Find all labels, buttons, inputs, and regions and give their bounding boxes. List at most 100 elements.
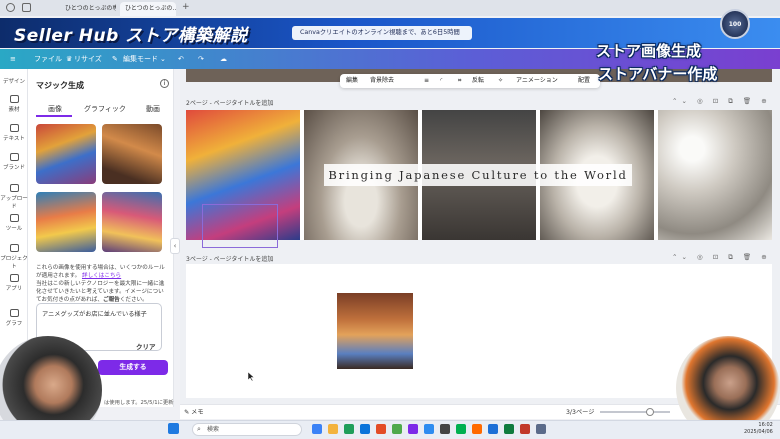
taskbar-app-icon[interactable]: [440, 424, 450, 434]
rail-item-apps[interactable]: アプリ: [0, 274, 28, 292]
browser-tab[interactable]: ひとつのとっぷの専用…: [60, 2, 116, 16]
taskbar-app-icon[interactable]: [536, 424, 546, 434]
animate-button[interactable]: アニメーション: [516, 76, 558, 86]
banner-headline[interactable]: Bringing Japanese Culture to the World: [324, 164, 632, 186]
upload-icon: [9, 184, 19, 192]
rail-item-design[interactable]: デザイン: [0, 77, 28, 85]
excel-app-icon[interactable]: [504, 424, 514, 434]
rail-label: アプリ: [5, 286, 23, 292]
page-counter[interactable]: 3/3ページ: [566, 407, 594, 416]
rail-item-text[interactable]: テキスト: [0, 124, 28, 142]
new-tab-icon[interactable]: +: [182, 2, 190, 12]
crop-icon[interactable]: ⌗: [458, 76, 461, 86]
page-3-actions[interactable]: ⌃⌄ ◎ ⊡ ⧉ 🗑 ⊕: [672, 253, 771, 262]
generated-image-thumb[interactable]: [36, 192, 96, 252]
memo-icon: ✎: [184, 409, 190, 416]
text-icon: [9, 124, 19, 132]
collapse-panel-button[interactable]: ‹: [170, 238, 180, 254]
generated-image-thumb[interactable]: [102, 124, 162, 184]
back-icon[interactable]: [6, 3, 15, 12]
memo-button[interactable]: ✎ メモ: [184, 407, 204, 416]
details-link[interactable]: 詳しくはこちら: [82, 273, 121, 279]
tab-video[interactable]: 動画: [146, 104, 160, 114]
page-2-actions[interactable]: ⌃⌄ ◎ ⊡ ⧉ 🗑 ⊕: [672, 97, 771, 106]
edge-browser-icon[interactable]: [360, 424, 370, 434]
search-icon: ⌕: [197, 425, 201, 433]
file-menu[interactable]: ファイル: [34, 53, 62, 65]
apps-icon: [9, 274, 19, 282]
panel-title: マジック生成: [36, 81, 84, 90]
canva-app-icon[interactable]: [408, 424, 418, 434]
rail-item-chart[interactable]: グラフ: [0, 309, 28, 327]
browser-tab-active[interactable]: ひとつのとっぷの…: [120, 2, 176, 16]
cloud-sync-icon[interactable]: ☁: [220, 53, 227, 65]
page-2-title[interactable]: 2ページ - ページタイトルを追加: [186, 98, 273, 107]
line-app-icon[interactable]: [456, 424, 466, 434]
info-icon[interactable]: i: [160, 79, 169, 88]
caption-line-2: ストアバナー作成: [598, 65, 718, 83]
rail-item-upload[interactable]: アップロード: [0, 184, 28, 210]
clear-button[interactable]: クリア: [136, 341, 156, 351]
rail-label: ブランド: [2, 165, 25, 171]
overlay-banner-title: Seller Hub ストア構築解説: [14, 26, 248, 46]
active-tab-indicator: [36, 115, 72, 117]
taskbar-app-icon[interactable]: [424, 424, 434, 434]
home-icon[interactable]: [22, 3, 31, 12]
taskbar-app-icon[interactable]: [376, 424, 386, 434]
rail-item-tools[interactable]: ツール: [0, 214, 28, 232]
line-weight-icon[interactable]: ≡: [424, 76, 429, 86]
rail-label: グラフ: [5, 321, 23, 327]
memo-label: メモ: [191, 409, 204, 416]
chevron-down-icon[interactable]: ⌄: [160, 53, 166, 65]
resize-menu[interactable]: リサイズ: [74, 53, 102, 65]
taskbar-search[interactable]: 検索: [192, 423, 302, 436]
generated-image-thumb[interactable]: [36, 124, 96, 184]
bg-remove-button[interactable]: 背景除去: [370, 76, 394, 86]
taskbar-app-icon[interactable]: [312, 424, 322, 434]
image-toolbar: 編集 背景除去 ≡ ◜ ⌗ 反転 ✧ アニメーション 配置: [340, 74, 600, 88]
clock-time: 16:02: [758, 422, 773, 428]
rail-item-projects[interactable]: プロジェクト: [0, 244, 28, 270]
rail-label: 素材: [8, 107, 20, 113]
screen: ひとつのとっぷの専用… ひとつのとっぷの… + Seller Hub ストア構築…: [0, 0, 780, 439]
browser-tab-strip: ひとつのとっぷの専用… ひとつのとっぷの… +: [0, 0, 780, 16]
powerpoint-app-icon[interactable]: [520, 424, 530, 434]
chrome-browser-icon[interactable]: [392, 424, 402, 434]
page-3-title[interactable]: 3ページ - ページタイトルを追加: [186, 254, 273, 263]
hamburger-icon[interactable]: ≡: [10, 53, 16, 65]
folder-icon[interactable]: [328, 424, 338, 434]
undo-icon[interactable]: ↶: [178, 53, 184, 65]
word-app-icon[interactable]: [488, 424, 498, 434]
pencil-icon: ✎: [112, 55, 118, 63]
crown-icon: ♛: [66, 55, 73, 63]
placed-image-anime-shop[interactable]: [337, 293, 413, 369]
zoom-slider-knob[interactable]: [646, 408, 654, 416]
flip-button[interactable]: 反転: [472, 76, 484, 86]
redo-icon[interactable]: ↷: [198, 53, 204, 65]
sparkle-icon[interactable]: ✧: [498, 76, 503, 86]
edit-button[interactable]: 編集: [346, 76, 358, 86]
rail-item-brand[interactable]: ブランド: [0, 153, 28, 171]
windows-start-icon[interactable]: [168, 423, 179, 434]
countdown-notice: Canvaクリエイトのオンライン視聴まで、あと6日5時間: [292, 26, 472, 40]
zoom-slider[interactable]: [600, 411, 670, 413]
taskbar-app-icon[interactable]: [344, 424, 354, 434]
edit-mode-menu[interactable]: 編集モード: [123, 53, 158, 65]
projects-icon: [9, 244, 19, 252]
rail-item-elements[interactable]: 素材: [0, 95, 28, 113]
selection-box: [202, 204, 278, 248]
mouse-cursor-icon: [248, 372, 254, 381]
tab-image[interactable]: 画像: [48, 104, 62, 114]
corner-icon[interactable]: ◜: [440, 76, 442, 86]
medal-badge: 100: [720, 9, 750, 39]
taskbar-app-icon[interactable]: [472, 424, 482, 434]
taskbar-clock[interactable]: 16:02 2025/04/06: [744, 422, 773, 436]
generated-image-thumb[interactable]: [102, 192, 162, 252]
position-button[interactable]: 配置: [578, 76, 590, 86]
tools-icon: [9, 214, 19, 222]
os-taskbar: [0, 420, 780, 439]
tab-graphic[interactable]: グラフィック: [84, 104, 126, 114]
rail-label: デザイン: [2, 79, 25, 85]
generate-button[interactable]: 生成する: [98, 360, 168, 375]
banner-photo-vases[interactable]: [658, 110, 772, 240]
